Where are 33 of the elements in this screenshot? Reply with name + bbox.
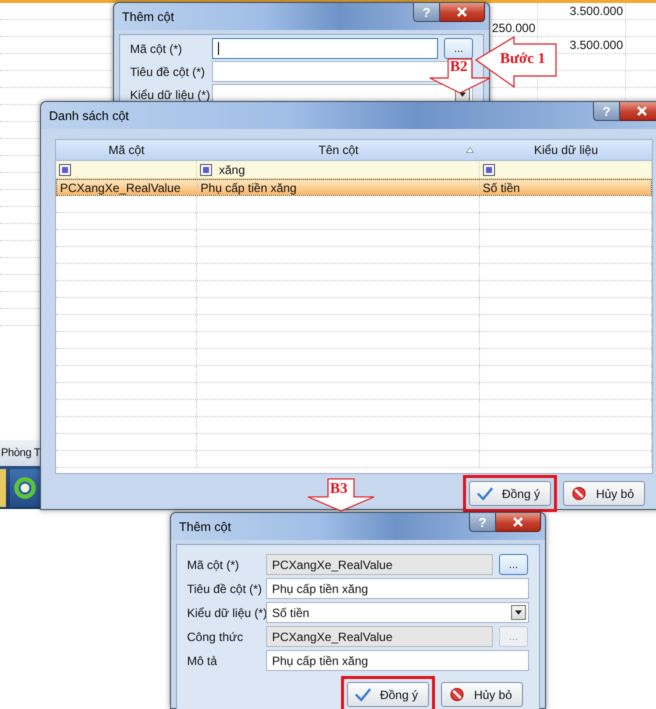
dialog-button[interactable]: Hủy bỏ <box>562 481 645 506</box>
step-label: Bước 1 <box>500 51 546 68</box>
window-title: Thêm cột <box>122 10 174 24</box>
step-label: B3 <box>330 481 348 498</box>
table-cell: PCXangXe_RealValue <box>57 180 198 195</box>
amount-text: 250.000 <box>491 21 536 35</box>
field-label: Công thức <box>187 630 244 644</box>
field-label: Tiêu đề cột (*) <box>187 582 263 596</box>
field-label: Mã cột (*) <box>130 42 184 56</box>
field-label: Tiêu đề cột (*) <box>130 64 206 78</box>
input-field[interactable]: Phụ cấp tiền xăng <box>266 650 529 671</box>
column-header[interactable]: Tên cột <box>197 140 480 160</box>
input-field[interactable]: Phụ cấp tiền xăng <box>266 578 529 599</box>
browse-button[interactable]: ... <box>444 38 473 59</box>
column-header[interactable]: Kiểu dữ liệu <box>480 140 652 160</box>
dialog-button[interactable]: Đồng ý <box>468 481 551 506</box>
field-label: Mô tả <box>187 654 218 668</box>
amount-text: 3.500.000 <box>568 38 624 52</box>
window-title: Thêm cột <box>179 520 232 534</box>
dropdown[interactable]: Số tiền <box>266 602 529 623</box>
field-label: Mã cột (*) <box>187 558 240 572</box>
window-title: Danh sách cột <box>49 108 129 122</box>
amount-text: 3.500.000 <box>568 4 624 18</box>
step-label: B2 <box>450 59 468 76</box>
dialog-button[interactable]: Đồng ý <box>346 682 429 707</box>
table-cell: Số tiền <box>480 180 651 195</box>
field-label: Kiểu dữ liệu (*) <box>130 88 212 102</box>
column-header[interactable]: Mã cột <box>56 140 197 160</box>
table-cell: Phụ cấp tiền xăng <box>198 180 480 195</box>
table-row[interactable]: PCXangXe_RealValue Phụ cấp tiền xăng Số tiền <box>56 179 652 196</box>
field-label: Kiểu dữ liệu (*) <box>187 606 266 620</box>
sheet-tab[interactable]: Phòng T <box>0 447 40 459</box>
dialog-button[interactable]: Hủy bỏ <box>440 682 523 707</box>
